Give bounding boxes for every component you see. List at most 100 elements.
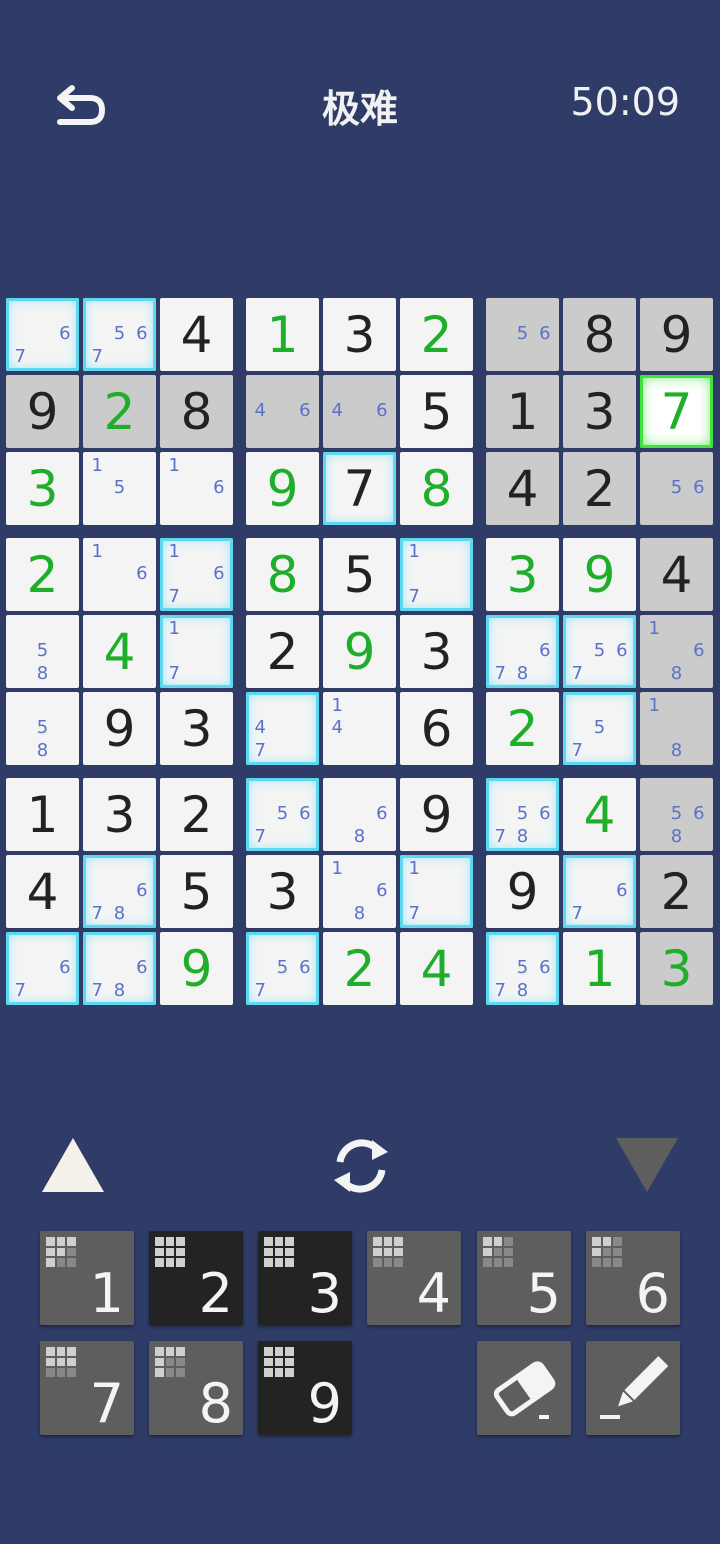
number-key-4[interactable]: 4 [367, 1231, 461, 1325]
grid-cell[interactable]: 58 [6, 692, 79, 765]
grid-cell[interactable]: 18 [640, 692, 713, 765]
grid-cell[interactable]: 1 6 7 [160, 538, 233, 611]
grid-cell[interactable]: 4 [400, 932, 473, 1005]
grid-cell[interactable]: 17 [160, 615, 233, 688]
grid-cell[interactable]: 16 [160, 452, 233, 525]
grid-cell[interactable]: 8 [563, 298, 636, 371]
grid-cell[interactable]: 3 [6, 452, 79, 525]
number-key-6[interactable]: 6 [586, 1231, 680, 1325]
grid-cell[interactable]: 1 [6, 778, 79, 851]
grid-cell[interactable]: 8 [400, 452, 473, 525]
grid-cell[interactable]: 9 [563, 538, 636, 611]
grid-cell[interactable]: 8 [160, 375, 233, 448]
grid-cell[interactable]: 1 [246, 298, 319, 371]
grid-cell[interactable]: 2 [640, 855, 713, 928]
grid-cell[interactable]: 8 [246, 538, 319, 611]
grid-cell[interactable]: 5 [160, 855, 233, 928]
grid-cell[interactable]: 56 7 [563, 615, 636, 688]
grid-cell[interactable]: 4 [160, 298, 233, 371]
grid-cell[interactable]: 9 [160, 932, 233, 1005]
grid-cell[interactable]: 4 [6, 855, 79, 928]
refresh-icon[interactable] [326, 1134, 396, 1198]
grid-cell[interactable]: 14 [323, 692, 396, 765]
grid-cell[interactable]: 7 [640, 375, 713, 448]
grid-cell[interactable]: 6 78 [83, 932, 156, 1005]
grid-cell[interactable]: 17 [400, 538, 473, 611]
grid-cell[interactable]: 3 [640, 932, 713, 1005]
grid-cell[interactable]: 2 [6, 538, 79, 611]
grid-cell[interactable]: 68 [323, 778, 396, 851]
grid-cell[interactable]: 568 [640, 778, 713, 851]
grid-cell[interactable]: 58 [6, 615, 79, 688]
grid-cell[interactable]: 46 [323, 375, 396, 448]
grid-cell[interactable]: 4 [563, 778, 636, 851]
grid-cell[interactable]: 67 [6, 298, 79, 371]
eraser-button[interactable] [477, 1341, 571, 1435]
grid-cell[interactable]: 2 [400, 298, 473, 371]
grid-cell[interactable]: 9 [486, 855, 559, 928]
grid-cell[interactable]: 4 [486, 452, 559, 525]
grid-cell[interactable]: 9 [640, 298, 713, 371]
number-key-9[interactable]: 9 [258, 1341, 352, 1435]
number-key-2[interactable]: 2 [149, 1231, 243, 1325]
grid-cell[interactable]: 3 [400, 615, 473, 688]
grid-cell[interactable]: 2 [83, 375, 156, 448]
cell-note [665, 695, 687, 717]
grid-cell[interactable]: 9 [323, 615, 396, 688]
grid-cell[interactable]: 56 7 [83, 298, 156, 371]
grid-cell[interactable]: 1 68 [323, 855, 396, 928]
grid-cell[interactable]: 16 [83, 538, 156, 611]
grid-cell[interactable]: 1 68 [640, 615, 713, 688]
grid-cell[interactable]: 2 [160, 778, 233, 851]
grid-cell[interactable]: 2 [246, 615, 319, 688]
grid-cell[interactable]: 4 [640, 538, 713, 611]
grid-cell[interactable]: 56 [640, 452, 713, 525]
grid-cell[interactable]: 6 78 [486, 615, 559, 688]
grid-cell[interactable]: 9 [400, 778, 473, 851]
cell-note [249, 378, 271, 400]
number-key-7[interactable]: 7 [40, 1341, 134, 1435]
grid-cell[interactable]: 9 [83, 692, 156, 765]
number-key-1[interactable]: 1 [40, 1231, 134, 1325]
grid-cell[interactable]: 1 [486, 375, 559, 448]
pencil-button[interactable] [586, 1341, 680, 1435]
grid-cell[interactable]: 3 [563, 375, 636, 448]
grid-cell[interactable]: 46 [246, 375, 319, 448]
grid-cell[interactable]: 56 78 [486, 778, 559, 851]
number-key-8[interactable]: 8 [149, 1341, 243, 1435]
grid-cell[interactable]: 67 [6, 932, 79, 1005]
grid-cell[interactable]: 56 [486, 298, 559, 371]
grid-cell[interactable]: 17 [400, 855, 473, 928]
cell-note [326, 781, 348, 803]
grid-cell[interactable]: 56 78 [486, 932, 559, 1005]
grid-cell[interactable]: 9 [6, 375, 79, 448]
cell-note [294, 980, 316, 1002]
grid-cell[interactable]: 9 [246, 452, 319, 525]
grid-cell[interactable]: 15 [83, 452, 156, 525]
number-key-3[interactable]: 3 [258, 1231, 352, 1325]
grid-cell[interactable]: 56 7 [246, 778, 319, 851]
grid-cell[interactable]: 5 [400, 375, 473, 448]
grid-cell[interactable]: 2 [323, 932, 396, 1005]
grid-cell[interactable]: 67 [563, 855, 636, 928]
grid-cell[interactable]: 3 [246, 855, 319, 928]
grid-cell[interactable]: 6 [400, 692, 473, 765]
number-key-5[interactable]: 5 [477, 1231, 571, 1325]
grid-cell[interactable]: 4 [83, 615, 156, 688]
grid-cell[interactable]: 3 [486, 538, 559, 611]
grid-cell[interactable]: 5 [323, 538, 396, 611]
cell-note [185, 477, 207, 499]
grid-cell[interactable]: 2 [563, 452, 636, 525]
grid-cell[interactable]: 6 78 [83, 855, 156, 928]
grid-cell[interactable]: 3 [323, 298, 396, 371]
grid-cell[interactable]: 3 [83, 778, 156, 851]
grid-cell[interactable]: 2 [486, 692, 559, 765]
triangle-up-icon[interactable] [40, 1136, 106, 1194]
grid-cell[interactable]: 47 [246, 692, 319, 765]
grid-cell[interactable]: 1 [563, 932, 636, 1005]
triangle-down-icon[interactable] [614, 1136, 680, 1194]
grid-cell[interactable]: 3 [160, 692, 233, 765]
grid-cell[interactable]: 56 7 [246, 932, 319, 1005]
grid-cell[interactable]: 57 [563, 692, 636, 765]
grid-cell[interactable]: 7 [323, 452, 396, 525]
